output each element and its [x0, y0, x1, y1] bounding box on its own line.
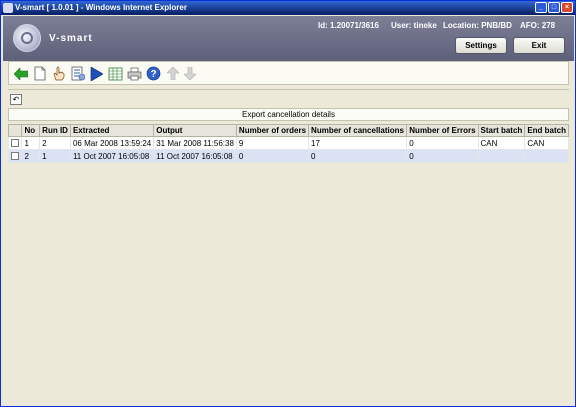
- close-button[interactable]: ×: [561, 2, 573, 13]
- cell-start-batch: CAN: [477, 136, 526, 150]
- column-header-start-batch[interactable]: Start batch: [477, 124, 526, 137]
- cell-output: 31 Mar 2008 11:56:38: [153, 136, 237, 150]
- new-document-icon[interactable]: [31, 65, 48, 82]
- column-header-end-batch[interactable]: End batch: [524, 124, 569, 137]
- settings-button[interactable]: Settings: [455, 37, 507, 54]
- column-header-no[interactable]: No: [21, 124, 41, 137]
- cell-errors: 0: [406, 149, 479, 163]
- row-checkbox[interactable]: [11, 152, 19, 161]
- session-id: Id: 1.20071/3616: [318, 21, 379, 30]
- column-header-orders[interactable]: Number of orders: [235, 124, 310, 137]
- user-info: User: tineke: [391, 21, 437, 30]
- results-table: No Run ID Extracted Output Number of ord…: [7, 124, 569, 163]
- minimize-button[interactable]: _: [535, 2, 547, 13]
- cell-run-id: 1: [39, 149, 71, 163]
- row-select-cell[interactable]: [7, 149, 23, 163]
- column-header-errors[interactable]: Number of Errors: [406, 124, 479, 137]
- help-icon[interactable]: ?: [145, 65, 162, 82]
- cell-end-batch: [524, 149, 569, 163]
- print-icon[interactable]: [126, 65, 143, 82]
- back-arrow-icon[interactable]: [12, 65, 29, 82]
- app-icon: [3, 3, 13, 13]
- svg-text:?: ?: [150, 69, 156, 80]
- vsmart-logo-icon: [13, 24, 41, 52]
- table-row[interactable]: 2 1 11 Oct 2007 16:05:08 11 Oct 2007 16:…: [7, 149, 569, 163]
- logo-text: V-smart: [49, 33, 93, 44]
- cell-extracted: 11 Oct 2007 16:05:08: [69, 149, 155, 163]
- cell-orders: 0: [235, 149, 310, 163]
- column-header-output[interactable]: Output: [153, 124, 237, 137]
- afo-info: AFO: 278: [520, 21, 556, 30]
- cell-cancellations: 0: [308, 149, 408, 163]
- exit-button[interactable]: Exit: [513, 37, 565, 54]
- cell-end-batch: CAN: [524, 136, 569, 150]
- cell-start-batch: [477, 149, 526, 163]
- select-hand-icon[interactable]: [50, 65, 67, 82]
- cell-extracted: 06 Mar 2008 13:59:24: [69, 136, 155, 150]
- location-info: Location: PNB/BD: [443, 21, 512, 30]
- window-title: V-smart [ 1.0.01 ] - Windows Internet Ex…: [15, 3, 187, 12]
- column-header-cancellations[interactable]: Number of cancellations: [308, 124, 408, 137]
- section-caption: Export cancellation details: [8, 108, 569, 121]
- row-checkbox[interactable]: [11, 139, 19, 148]
- divider: [8, 89, 569, 90]
- cell-cancellations: 17: [308, 136, 408, 150]
- run-play-icon[interactable]: [88, 65, 105, 82]
- spreadsheet-icon[interactable]: [107, 65, 124, 82]
- cell-orders: 9: [235, 136, 310, 150]
- cell-output: 11 Oct 2007 16:05:08: [153, 149, 237, 163]
- cell-run-id: 2: [39, 136, 71, 150]
- move-down-icon[interactable]: [181, 65, 198, 82]
- table-row[interactable]: 1 2 06 Mar 2008 13:59:24 31 Mar 2008 11:…: [7, 136, 569, 150]
- column-header-extracted[interactable]: Extracted: [69, 124, 155, 137]
- details-list-icon[interactable]: [69, 65, 86, 82]
- app-header: V-smart Id: 1.20071/3616 User: tineke Lo…: [3, 16, 574, 61]
- column-header-run-id[interactable]: Run ID: [39, 124, 71, 137]
- cell-no: 1: [21, 136, 41, 150]
- title-bar: V-smart [ 1.0.01 ] - Windows Internet Ex…: [1, 1, 575, 15]
- cell-no: 2: [21, 149, 41, 163]
- maximize-button[interactable]: □: [548, 2, 560, 13]
- browser-window: V-smart [ 1.0.01 ] - Windows Internet Ex…: [0, 0, 576, 407]
- move-up-icon[interactable]: [164, 65, 181, 82]
- table-header-row: No Run ID Extracted Output Number of ord…: [7, 124, 569, 137]
- row-select-cell[interactable]: [7, 136, 23, 150]
- column-header-select: [7, 124, 23, 137]
- toolbar: ?: [8, 61, 569, 85]
- undo-icon[interactable]: ↶: [10, 94, 22, 105]
- cell-errors: 0: [406, 136, 479, 150]
